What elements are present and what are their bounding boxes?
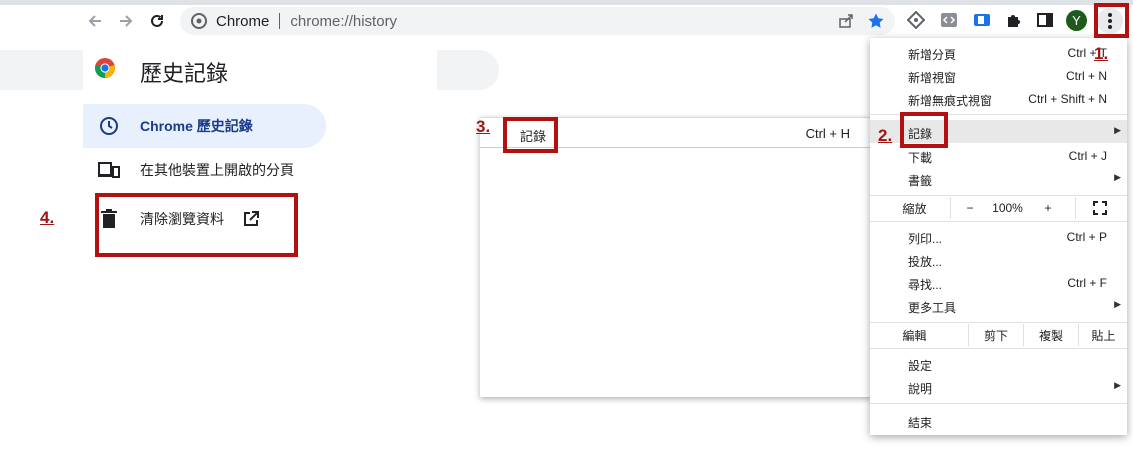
zoom-divider <box>1075 197 1076 219</box>
menu-item-label: 尋找... <box>908 278 943 292</box>
paste-button[interactable]: 貼上 <box>1080 324 1127 346</box>
menu-item-shortcut: Ctrl + F <box>1067 276 1107 290</box>
reload-icon <box>151 14 163 27</box>
extension-doc-icon[interactable] <box>971 9 993 31</box>
submenu-arrow-icon: ▶ <box>1114 125 1121 135</box>
edit-row: 編輯 剪下 複製 貼上 <box>870 324 1127 346</box>
forward-arrow-icon <box>120 15 133 27</box>
history-header <box>83 40 437 90</box>
menu-item-more-tools[interactable]: 更多工具 ▶ <box>870 294 1127 317</box>
annotation-box-step1 <box>1094 3 1129 38</box>
share-icon[interactable] <box>837 12 855 30</box>
annotation-step1: 1. <box>1094 44 1109 63</box>
annotation-box-step3 <box>503 117 558 153</box>
sidebar-item-other-devices[interactable]: 在其他裝置上開啟的分頁 <box>83 148 326 192</box>
menu-item-label: 新增無痕式視窗 <box>908 94 993 108</box>
clock-icon <box>97 114 121 138</box>
chrome-logo-icon <box>94 57 116 79</box>
sidebar-item-chrome-history[interactable]: Chrome 歷史記錄 <box>83 104 326 148</box>
url-text[interactable]: chrome://history <box>290 13 397 30</box>
annotation-step2: 2. <box>878 126 893 145</box>
site-name: Chrome <box>216 12 270 30</box>
menu-item-settings[interactable]: 設定 <box>870 352 1127 375</box>
menu-item-label: 說明 <box>908 382 933 396</box>
menu-item-label: 列印... <box>908 232 943 246</box>
zoom-level: 100% <box>992 201 1023 215</box>
edit-divider <box>968 324 969 346</box>
extension-diamond-icon[interactable] <box>905 9 927 31</box>
tab-strip-edge <box>0 0 1133 5</box>
menu-separator <box>870 403 1127 404</box>
menu-item-new-tab[interactable]: 新增分頁 Ctrl + T <box>870 41 1127 64</box>
chrome-site-icon <box>190 12 208 30</box>
menu-item-find[interactable]: 尋找... Ctrl + F <box>870 271 1127 294</box>
fullscreen-button[interactable] <box>1085 197 1115 219</box>
forward-button[interactable] <box>114 9 138 33</box>
submenu-arrow-icon: ▶ <box>1114 380 1121 390</box>
sidebar-item-label: 在其他裝置上開啟的分頁 <box>140 162 294 178</box>
back-button[interactable] <box>83 9 107 33</box>
menu-item-label: 下載 <box>908 151 933 165</box>
menu-item-label: 結束 <box>908 416 933 430</box>
zoom-label: 縮放 <box>902 201 927 216</box>
cut-button[interactable]: 剪下 <box>970 324 1022 346</box>
menu-item-new-window[interactable]: 新增視窗 Ctrl + N <box>870 64 1127 87</box>
menu-item-label: 更多工具 <box>908 301 957 315</box>
browser-toolbar: Chrome chrome://history Y <box>0 0 1133 40</box>
menu-item-help[interactable]: 說明 ▶ <box>870 375 1127 398</box>
chrome-main-menu: 新增分頁 Ctrl + T 新增視窗 Ctrl + N 新增無痕式視窗 Ctrl… <box>870 38 1127 435</box>
menu-item-shortcut: Ctrl + Shift + N <box>1028 92 1107 106</box>
menu-item-shortcut: Ctrl + P <box>1066 230 1107 244</box>
url-separator <box>279 13 281 29</box>
history-submenu: 記錄 Ctrl + H <box>480 117 872 397</box>
extension-code-icon[interactable] <box>938 9 960 31</box>
menu-item-label: 新增分頁 <box>908 48 957 62</box>
back-arrow-icon <box>88 15 101 27</box>
menu-item-cast[interactable]: 投放... <box>870 248 1127 271</box>
annotation-step4: 4. <box>40 208 55 227</box>
menu-item-shortcut: Ctrl + N <box>1065 69 1107 83</box>
menu-separator <box>870 195 1127 196</box>
zoom-in-button[interactable]: + <box>1033 197 1063 219</box>
menu-item-label: 設定 <box>908 359 933 373</box>
edit-divider <box>1078 324 1079 346</box>
annotation-step3: 3. <box>476 117 491 136</box>
menu-separator <box>870 322 1127 323</box>
profile-avatar[interactable]: Y <box>1066 10 1087 31</box>
reload-button[interactable] <box>145 9 169 33</box>
menu-item-new-incognito[interactable]: 新增無痕式視窗 Ctrl + Shift + N <box>870 87 1127 110</box>
zoom-divider <box>950 197 951 219</box>
zoom-out-button[interactable]: − <box>955 197 985 219</box>
extensions-puzzle-icon[interactable] <box>1003 9 1025 31</box>
annotation-box-step4 <box>95 193 298 257</box>
menu-separator <box>870 348 1127 349</box>
annotation-box-step2 <box>900 112 948 148</box>
fullscreen-icon <box>1093 201 1107 215</box>
menu-item-bookmarks[interactable]: 書籤 ▶ <box>870 167 1127 190</box>
history-page-title: 歷史記錄 <box>140 61 229 86</box>
submenu-arrow-icon: ▶ <box>1114 172 1121 182</box>
menu-item-label: 投放... <box>908 255 943 269</box>
submenu-arrow-icon: ▶ <box>1114 299 1121 309</box>
menu-item-exit[interactable]: 結束 <box>870 409 1127 432</box>
menu-item-label: 書籤 <box>908 174 933 188</box>
side-panel-icon[interactable] <box>1034 9 1056 31</box>
bookmark-star-icon[interactable] <box>867 12 885 30</box>
menu-item-print[interactable]: 列印... Ctrl + P <box>870 225 1127 248</box>
submenu-item-shortcut: Ctrl + H <box>805 126 850 141</box>
menu-item-label: 新增視窗 <box>908 71 957 85</box>
menu-separator <box>870 221 1127 222</box>
devices-icon <box>97 158 121 182</box>
menu-item-shortcut: Ctrl + J <box>1068 149 1107 163</box>
zoom-row: 縮放 − 100% + <box>870 197 1127 219</box>
edit-divider <box>1023 324 1024 346</box>
sidebar-item-label: Chrome 歷史記錄 <box>140 118 253 134</box>
copy-button[interactable]: 複製 <box>1025 324 1077 346</box>
edit-label: 編輯 <box>902 328 927 343</box>
address-bar[interactable]: Chrome chrome://history <box>180 7 895 35</box>
